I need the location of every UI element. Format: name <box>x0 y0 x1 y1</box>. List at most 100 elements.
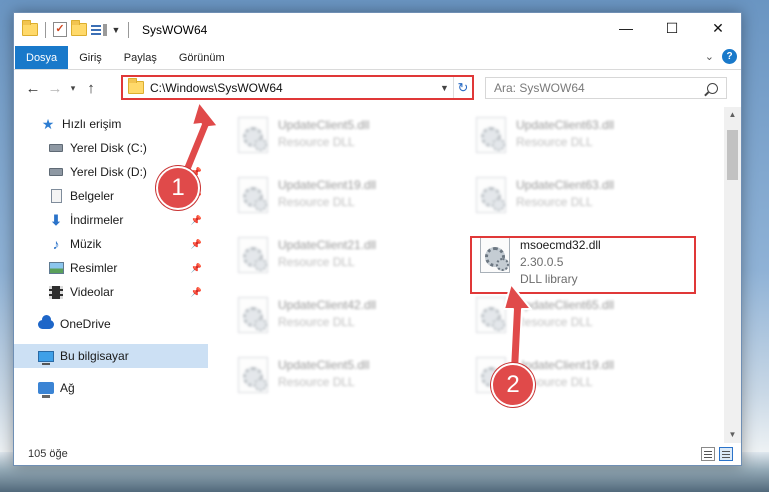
sidebar-item-network[interactable]: Ağ <box>14 376 208 400</box>
file-type: Resource DLL <box>278 195 355 209</box>
pin-icon[interactable]: 📌 <box>191 215 202 226</box>
folder-icon <box>22 20 38 36</box>
search-box[interactable]: Ara: SysWOW64 <box>485 77 727 99</box>
pin-icon[interactable]: 📌 <box>191 287 202 298</box>
address-dropdown-icon[interactable]: ▼ <box>436 77 454 98</box>
pin-icon[interactable]: 📌 <box>191 143 202 154</box>
sidebar-item-this-pc[interactable]: Bu bilgisayar <box>14 344 208 368</box>
file-type: Resource DLL <box>278 255 355 269</box>
expand-ribbon-chevron-icon[interactable]: ⌄ <box>705 50 714 63</box>
new-folder-icon[interactable] <box>71 20 87 36</box>
properties-icon[interactable] <box>91 23 107 37</box>
status-bar: 105 öğe <box>14 443 741 465</box>
sidebar-item-label: Yerel Disk (C:) <box>70 141 147 155</box>
file-item[interactable]: UpdateClient65.dll Resource DLL <box>468 291 694 347</box>
dll-file-icon <box>476 297 506 333</box>
address-path[interactable]: C:\Windows\SysWOW64 <box>150 81 436 95</box>
navigation-pane: ★ Hızlı erişim Yerel Disk (C:) 📌 Yerel D… <box>14 107 208 443</box>
file-item[interactable]: UpdateClient63.dll Resource DLL <box>468 111 694 167</box>
annotation-marker-2: 2 <box>491 363 535 407</box>
drive-icon <box>48 165 64 179</box>
sidebar-item-label: Müzik <box>70 237 102 251</box>
file-name: UpdateClient5.dll <box>278 358 370 372</box>
properties-check-icon[interactable]: ✓ <box>53 22 67 37</box>
this-pc-icon <box>38 349 54 365</box>
file-name: UpdateClient21.dll <box>278 238 377 252</box>
up-button[interactable]: ↑ <box>80 80 102 97</box>
file-item[interactable]: UpdateClient63.dll Resource DLL <box>468 171 694 227</box>
help-icon[interactable]: ? <box>722 49 737 64</box>
ribbon-right-controls: ⌄ ? <box>705 49 737 64</box>
sidebar-item-label: Yerel Disk (D:) <box>70 165 147 179</box>
toolbar-divider <box>45 21 46 38</box>
view-switcher <box>701 447 733 461</box>
file-name: UpdateClient5.dll <box>278 118 370 132</box>
file-item[interactable]: UpdateClient5.dll Resource DLL <box>230 351 456 407</box>
scroll-thumb[interactable] <box>727 130 738 180</box>
pin-icon[interactable]: 📌 <box>191 239 202 250</box>
minimize-button[interactable]: — <box>603 13 649 43</box>
tab-file[interactable]: Dosya <box>15 46 69 69</box>
dll-file-icon <box>238 117 268 153</box>
scroll-down-icon[interactable]: ▼ <box>724 427 741 443</box>
window-title: SysWOW64 <box>142 22 208 37</box>
sidebar-item-label: Belgeler <box>70 189 115 203</box>
file-name: UpdateClient42.dll <box>278 298 377 312</box>
sidebar-item-downloads[interactable]: ⬇ İndirmeler 📌 <box>14 208 208 232</box>
tab-home[interactable]: Giriş <box>68 46 113 69</box>
file-item[interactable]: UpdateClient21.dll Resource DLL <box>230 231 456 287</box>
file-item[interactable]: UpdateClient42.dll Resource DLL <box>230 291 456 347</box>
file-list: UpdateClient5.dll Resource DLL UpdateCli… <box>210 107 724 443</box>
downloads-icon: ⬇ <box>50 211 62 228</box>
recent-locations-button[interactable]: ▾ <box>66 83 80 94</box>
file-explorer-window: ✓ ▼ SysWOW64 — ☐ ✕ Dosya Giriş Paylaş Gö… <box>13 12 742 466</box>
sidebar-item-label: OneDrive <box>60 317 111 331</box>
file-name: UpdateClient63.dll <box>516 118 615 132</box>
file-type: Resource DLL <box>278 315 355 329</box>
sidebar-item-videos[interactable]: Videolar 📌 <box>14 280 208 304</box>
tab-share[interactable]: Paylaş <box>113 46 168 69</box>
tab-view[interactable]: Görünüm <box>168 46 236 69</box>
toolbar-divider <box>128 21 129 38</box>
sidebar-item-label: Resimler <box>70 261 118 275</box>
tiles-view-icon[interactable] <box>719 447 733 461</box>
sidebar-item-label: Bu bilgisayar <box>60 349 129 363</box>
file-type: Resource DLL <box>278 375 355 389</box>
sidebar-item-quick-access[interactable]: ★ Hızlı erişim <box>14 112 208 136</box>
vertical-scrollbar[interactable]: ▲ ▼ <box>724 107 741 443</box>
maximize-button[interactable]: ☐ <box>649 13 695 43</box>
dll-file-icon <box>238 297 268 333</box>
window-controls: — ☐ ✕ <box>603 13 741 43</box>
details-view-icon[interactable] <box>701 447 715 461</box>
sidebar-item-pictures[interactable]: Resimler 📌 <box>14 256 208 280</box>
customize-toolbar-dropdown-icon[interactable]: ▼ <box>111 25 121 35</box>
highlight-box <box>470 236 696 294</box>
dll-file-icon <box>238 237 268 273</box>
file-item[interactable]: UpdateClient5.dll Resource DLL <box>230 111 456 167</box>
pin-icon[interactable]: 📌 <box>191 263 202 274</box>
search-icon[interactable] <box>707 82 718 94</box>
onedrive-icon <box>38 314 54 331</box>
address-bar[interactable]: C:\Windows\SysWOW64 ▼ ↻ <box>121 75 474 100</box>
file-name: UpdateClient19.dll <box>278 178 377 192</box>
videos-icon <box>48 285 64 299</box>
file-type: Resource DLL <box>516 195 593 209</box>
file-type: Resource DLL <box>516 315 593 329</box>
forward-button[interactable]: → <box>44 80 66 97</box>
sidebar-item-onedrive[interactable]: OneDrive <box>14 312 208 336</box>
file-name: UpdateClient63.dll <box>516 178 615 192</box>
sidebar-item-local-disk-c[interactable]: Yerel Disk (C:) 📌 <box>14 136 208 160</box>
back-button[interactable]: ← <box>22 80 44 97</box>
sidebar-item-music[interactable]: ♪ Müzik 📌 <box>14 232 208 256</box>
dll-file-icon <box>476 177 506 213</box>
search-placeholder[interactable]: Ara: SysWOW64 <box>494 81 585 95</box>
quick-access-toolbar: ✓ ▼ <box>14 20 132 38</box>
refresh-icon[interactable]: ↻ <box>454 80 472 96</box>
drive-icon <box>48 141 64 155</box>
file-item[interactable]: UpdateClient19.dll Resource DLL <box>230 171 456 227</box>
ribbon-tabs: Dosya Giriş Paylaş Görünüm ⌄ ? <box>14 46 741 69</box>
dll-file-icon <box>238 177 268 213</box>
close-button[interactable]: ✕ <box>695 13 741 43</box>
scroll-up-icon[interactable]: ▲ <box>724 107 741 123</box>
music-icon: ♪ <box>52 236 60 252</box>
